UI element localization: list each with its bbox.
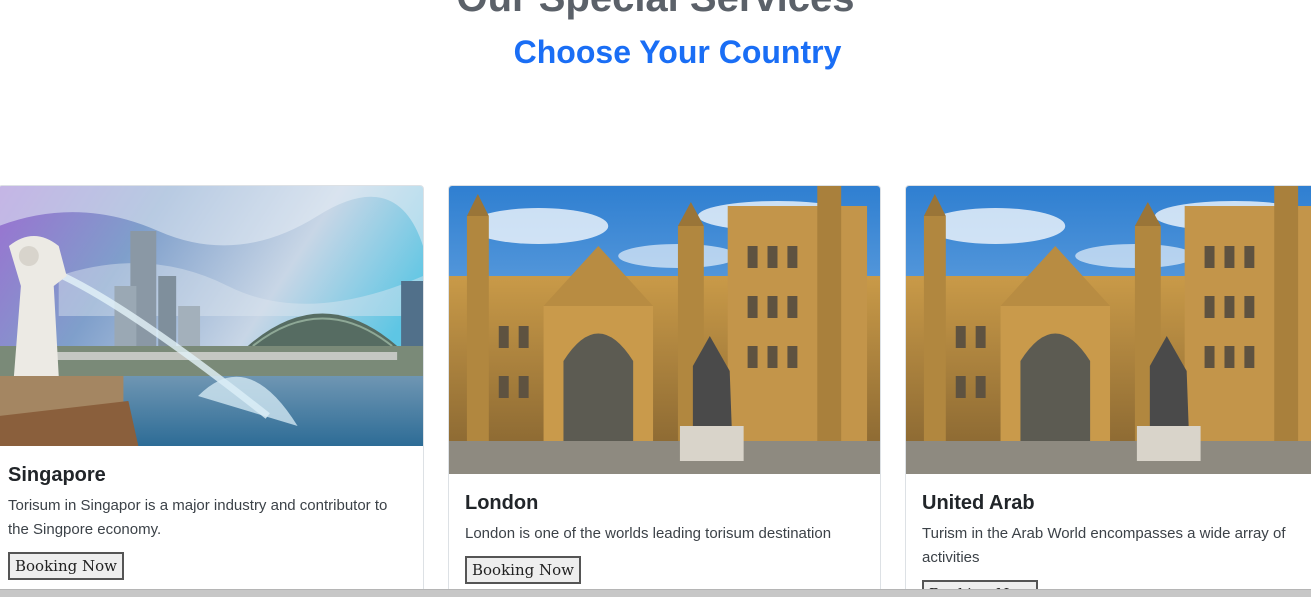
card-singapore: Singapore Torisum in Singapor is a major… [0, 185, 424, 597]
card-title: United Arab [922, 492, 1035, 514]
card-body: Singapore Torisum in Singapor is a major… [0, 463, 423, 580]
horizontal-scrollbar[interactable] [0, 589, 1311, 597]
card-body: United Arab Turism in the Arab World enc… [906, 491, 1311, 597]
page: Our Special Services Choose Your Country [0, 0, 1311, 597]
united-arab-image [906, 186, 1311, 474]
booking-now-button[interactable]: Booking Now [8, 552, 124, 580]
card-body: London London is one of the worlds leadi… [449, 491, 880, 584]
section-title: Our Special Services [0, 0, 1311, 18]
card-text: Torisum in Singapor is a major industry … [8, 497, 388, 538]
section-subtitle: Choose Your Country [513, 34, 842, 70]
london-image [449, 186, 880, 474]
singapore-image [0, 186, 423, 446]
card-text: Turism in the Arab World encompasses a w… [922, 525, 1286, 566]
card-text: London is one of the worlds leading tori… [465, 525, 832, 542]
card-title: Singapore [8, 464, 106, 486]
card-london: London London is one of the worlds leadi… [448, 185, 881, 597]
card-title: London [465, 492, 539, 514]
card-united-arab: United Arab Turism in the Arab World enc… [905, 185, 1311, 597]
booking-now-button[interactable]: Booking Now [465, 556, 581, 584]
